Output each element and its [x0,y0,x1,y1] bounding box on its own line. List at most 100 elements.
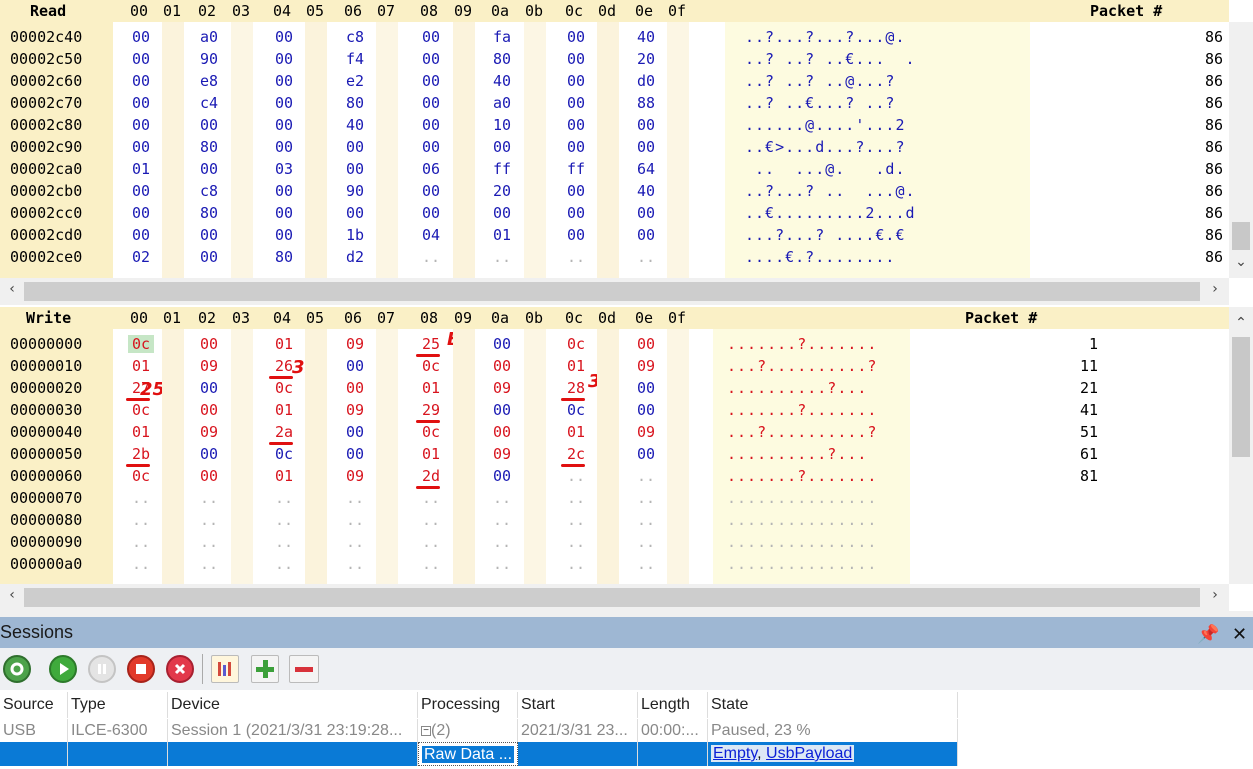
hex-byte[interactable]: 00 [633,204,659,222]
close-icon[interactable]: ✕ [1232,624,1247,645]
hex-byte[interactable]: a0 [489,94,515,112]
hex-byte[interactable]: 0c [563,401,589,419]
read-vertical-scrollbar[interactable]: ⌄ [1229,22,1253,278]
hex-byte[interactable]: a0 [196,28,222,46]
hex-byte[interactable]: 00 [128,138,154,156]
read-vscroll-thumb[interactable] [1232,222,1250,250]
hex-byte[interactable]: 2a [271,423,297,441]
hex-byte[interactable]: 25 [418,335,444,353]
hex-byte[interactable]: 00 [563,72,589,90]
hex-byte[interactable]: 00 [196,226,222,244]
hex-byte[interactable]: .. [418,511,444,529]
hex-byte[interactable]: 0c [563,335,589,353]
hex-byte[interactable]: 40 [489,72,515,90]
hex-byte[interactable]: .. [271,555,297,573]
hex-byte[interactable]: 00 [271,182,297,200]
write-vscroll-up-arrow[interactable]: ⌃ [1232,315,1250,331]
hex-byte[interactable]: 00 [128,204,154,222]
hex-byte[interactable]: 20 [489,182,515,200]
hex-byte[interactable]: 00 [271,138,297,156]
stop-icon[interactable] [127,655,155,683]
write-hscroll-left-arrow[interactable]: ‹ [3,587,21,603]
col-state[interactable]: State [708,692,958,718]
hex-byte[interactable]: 09 [342,467,368,485]
hex-byte[interactable]: 00 [489,401,515,419]
hex-byte[interactable]: 80 [196,204,222,222]
hex-byte[interactable]: .. [633,489,659,507]
hex-byte[interactable]: 00 [563,94,589,112]
hex-byte[interactable]: 01 [563,357,589,375]
hex-byte[interactable]: 00 [633,445,659,463]
hex-byte[interactable]: .. [489,555,515,573]
columns-icon[interactable] [211,655,239,683]
hex-byte[interactable]: .. [633,555,659,573]
hex-byte[interactable]: .. [563,511,589,529]
write-hex-pane[interactable]: Write Packet # 00 01 02 03 04 05 06 07 08 09 0a 0b 0… [0,307,1253,584]
hex-byte[interactable]: .. [418,489,444,507]
hex-byte[interactable]: 88 [633,94,659,112]
read-vscroll-down-arrow[interactable]: ⌄ [1232,254,1250,270]
hex-byte[interactable]: .. [489,511,515,529]
hex-byte[interactable]: 90 [342,182,368,200]
play-icon[interactable] [49,655,77,683]
hex-byte[interactable]: 00 [342,160,368,178]
hex-byte[interactable]: .. [418,555,444,573]
hex-byte[interactable]: 06 [418,160,444,178]
hex-byte[interactable]: d0 [633,72,659,90]
hex-byte[interactable]: d2 [342,248,368,266]
hex-byte[interactable]: 09 [342,401,368,419]
hex-byte[interactable]: 00 [342,357,368,375]
hex-byte[interactable]: .. [563,555,589,573]
remove-icon[interactable] [289,655,319,683]
write-hscroll-right-arrow[interactable]: › [1206,587,1224,603]
settings-icon[interactable] [3,655,31,683]
hex-byte[interactable]: 00 [196,335,222,353]
hex-byte[interactable]: 09 [489,379,515,397]
hex-byte[interactable]: .. [271,489,297,507]
hex-byte[interactable]: 00 [563,50,589,68]
hex-byte[interactable]: c8 [196,182,222,200]
hex-byte[interactable]: 1b [342,226,368,244]
add-icon[interactable] [251,655,279,683]
hex-byte[interactable]: 40 [633,28,659,46]
hex-byte[interactable]: 00 [489,138,515,156]
hex-byte[interactable]: 28 [563,379,589,397]
hex-byte[interactable]: 00 [418,50,444,68]
hex-byte[interactable]: 00 [563,138,589,156]
hex-byte[interactable]: 0c [418,357,444,375]
hex-byte[interactable]: 20 [633,50,659,68]
hex-byte[interactable]: 0c [128,467,154,485]
hex-byte[interactable]: 00 [489,357,515,375]
hex-byte[interactable]: 00 [196,160,222,178]
hex-byte[interactable]: 00 [418,116,444,134]
hex-byte[interactable]: 09 [633,357,659,375]
hex-byte[interactable]: 00 [633,379,659,397]
col-start[interactable]: Start [518,692,638,718]
hex-byte[interactable]: 00 [128,116,154,134]
hex-byte[interactable]: 00 [196,379,222,397]
hex-byte[interactable]: 90 [196,50,222,68]
hex-byte[interactable]: 2c [563,445,589,463]
usbpayload-link[interactable]: UsbPayload [766,745,852,762]
hex-byte[interactable]: .. [271,533,297,551]
hex-byte[interactable]: .. [196,489,222,507]
hex-byte[interactable]: 00 [633,401,659,419]
write-vertical-scrollbar[interactable]: ⌃ [1229,307,1253,584]
hex-byte[interactable]: .. [633,533,659,551]
hex-byte[interactable]: 09 [633,423,659,441]
col-source[interactable]: Source [0,692,68,718]
hex-byte[interactable]: 00 [489,423,515,441]
hex-byte[interactable]: 00 [342,204,368,222]
hex-byte[interactable]: .. [633,248,659,266]
hex-byte[interactable]: 00 [271,226,297,244]
hex-byte[interactable]: 00 [489,335,515,353]
hex-byte[interactable]: 01 [271,401,297,419]
hex-byte[interactable]: 00 [563,28,589,46]
hex-byte[interactable]: 00 [342,423,368,441]
hex-byte[interactable]: 09 [342,335,368,353]
hex-byte[interactable]: 2d [418,467,444,485]
hex-byte[interactable]: .. [489,248,515,266]
col-device[interactable]: Device [168,692,418,718]
hex-byte[interactable]: .. [342,555,368,573]
hex-byte[interactable]: 00 [271,204,297,222]
